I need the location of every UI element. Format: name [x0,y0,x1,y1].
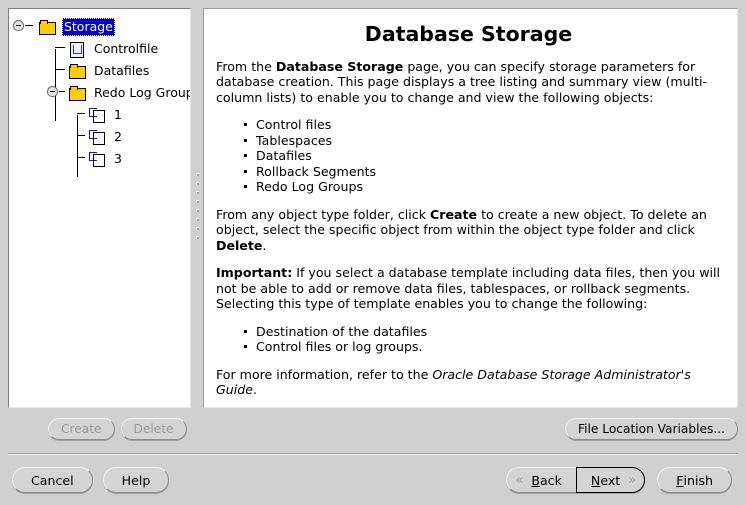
tree-connector [77,157,85,158]
storage-tree[interactable]: Storage Controlfile Datafiles Redo Log G… [9,9,190,177]
back-button[interactable]: « Back [506,467,576,493]
file-location-variables-button[interactable]: File Location Variables... [564,418,738,440]
folder-icon [68,63,86,79]
delete-button[interactable]: Delete [120,418,187,440]
tree-connector [55,47,65,48]
tree-connector [25,25,33,26]
list-item: Control files or log groups. [244,339,721,355]
create-button[interactable]: Create [48,418,115,440]
page-title: Database Storage [364,22,573,46]
tree-node-redo-log-groups[interactable]: Redo Log Groups [9,81,190,103]
tree-node-datafiles[interactable]: Datafiles [9,59,190,81]
help-text-panel: Database Storage From the Database Stora… [203,8,738,408]
tree-connector [77,113,85,114]
object-types-list: Control files Tablespaces Datafiles Roll… [216,117,721,195]
changeable-items-list: Destination of the datafiles Control fil… [216,324,721,355]
collapse-handle-icon[interactable] [13,20,24,31]
next-button-label: Next [591,473,620,488]
list-item: Rollback Segments [244,164,721,180]
tree-node-storage[interactable]: Storage [9,15,190,37]
finish-mnemonic: F [676,472,684,488]
storage-tree-panel[interactable]: Storage Controlfile Datafiles Redo Log G… [8,8,191,408]
split-pane: Storage Controlfile Datafiles Redo Log G… [8,8,738,408]
log-group-icon [88,129,105,145]
next-button[interactable]: Next » [575,467,646,493]
cd-text-e: . [262,237,267,253]
list-item: Datafiles [244,148,721,164]
collapse-handle-icon[interactable] [47,86,58,97]
tree-node-log-group-2[interactable]: 2 [9,125,190,147]
chevron-left-icon: « [515,472,524,488]
back-mnemonic: B [531,472,540,488]
important-paragraph: Important: If you select a database temp… [216,265,721,312]
list-item: Control files [244,117,721,133]
split-pane-divider[interactable] [193,8,203,408]
wizard-nav-bar: Cancel Help « Back Next » Finish [0,464,746,498]
more-info-paragraph: For more information, refer to the Oracl… [216,367,721,398]
back-button-label: Back [531,473,562,488]
log-group-icon [88,151,105,167]
tree-connector [55,69,65,70]
help-button[interactable]: Help [102,467,170,493]
intro-text-bold: Database Storage [275,58,404,74]
cd-text-a: From any object type folder, click [216,206,431,222]
important-text: If you select a database template includ… [216,265,720,311]
list-item: Redo Log Groups [244,179,721,195]
create-delete-paragraph: From any object type folder, click Creat… [216,207,721,254]
folder-icon [38,19,56,35]
tree-node-label: Storage [61,17,115,36]
finish-button[interactable]: Finish [657,467,732,493]
help-text-content: Database Storage From the Database Stora… [204,9,737,407]
tree-node-label: 1 [113,106,122,122]
intro-paragraph: From the Database Storage page, you can … [216,59,721,106]
tree-node-label: Controlfile [93,40,159,56]
folder-icon [68,85,86,101]
tree-node-label: Datafiles [93,62,150,78]
list-item: Tablespaces [244,133,721,149]
tree-node-label: 3 [113,150,122,166]
list-item: Destination of the datafiles [244,324,721,340]
cd-text-delete: Delete [216,237,263,253]
tree-connector [59,91,65,92]
more-info-text-c: . [252,382,257,397]
controlfile-icon [69,41,85,58]
next-rest: ext [600,472,621,488]
tree-connector [77,135,85,136]
cancel-button[interactable]: Cancel [12,467,93,493]
back-next-pair: « Back Next » [506,467,646,493]
next-mnemonic: N [590,472,601,488]
back-rest: ack [539,472,562,488]
divider-grip-icon[interactable] [196,173,200,245]
tree-node-controlfile[interactable]: Controlfile [9,37,190,59]
tree-node-log-group-1[interactable]: 1 [9,103,190,125]
chevron-right-icon: » [628,472,637,488]
tree-node-label: Redo Log Groups [93,84,191,100]
tree-node-log-group-3[interactable]: 3 [9,147,190,169]
log-group-icon [88,107,105,123]
cd-text-create: Create [430,206,478,222]
divider-line [8,453,738,455]
finish-rest: inish [683,472,713,488]
intro-text-a: From the [216,58,276,74]
tree-node-label: 2 [113,128,122,144]
more-info-text-a: For more information, refer to the [216,366,433,382]
important-label: Important: [216,265,293,280]
wizard-window: Storage Controlfile Datafiles Redo Log G… [0,0,746,505]
object-toolbar: Create Delete File Location Variables... [0,414,746,444]
